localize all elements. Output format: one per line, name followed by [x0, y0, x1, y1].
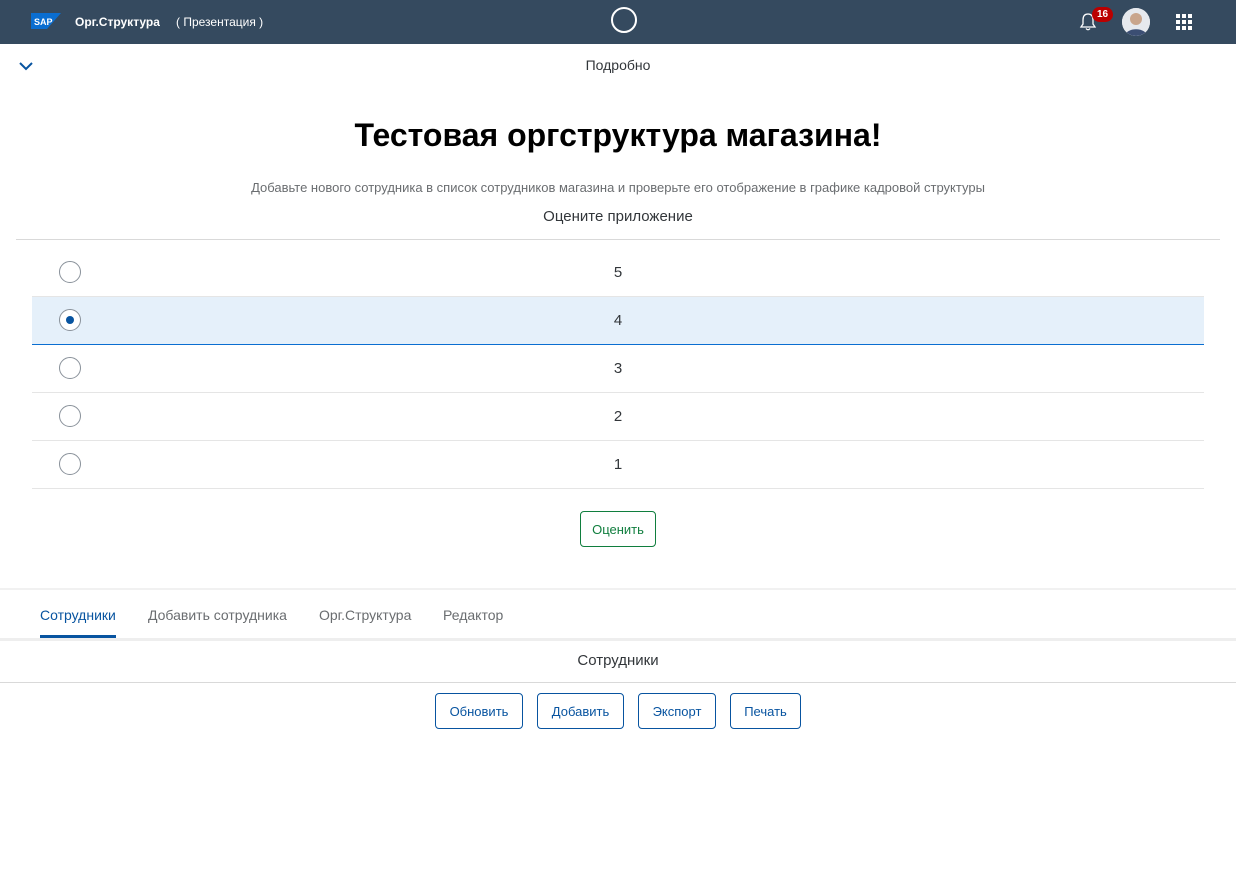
rating-option-2[interactable]: 2	[32, 393, 1204, 441]
rating-option-label: 4	[613, 312, 623, 329]
app-subtitle: ( Презентация )	[176, 15, 264, 29]
rating-list: 5 4 3 2 1	[32, 249, 1204, 489]
rating-option-label: 5	[613, 264, 623, 281]
sap-logo-text: SAP	[34, 17, 53, 27]
detail-label: Подробно	[585, 57, 651, 73]
divider	[16, 239, 1220, 240]
table-title: Сотрудники	[577, 652, 659, 669]
app-title[interactable]: Орг.Структура	[75, 15, 160, 29]
export-button[interactable]: Экспорт	[638, 693, 716, 729]
rating-title: Оцените приложение	[543, 208, 693, 225]
product-switch-icon[interactable]	[1176, 14, 1192, 30]
tab-editor[interactable]: Редактор	[443, 607, 503, 623]
tab-employees[interactable]: Сотрудники	[40, 607, 116, 623]
tab-bar: Сотрудники Добавить сотрудника Орг.Струк…	[0, 590, 1236, 638]
rating-option-label: 2	[613, 408, 623, 425]
tab-org-structure[interactable]: Орг.Структура	[319, 607, 411, 623]
copilot-icon[interactable]	[611, 7, 637, 33]
rating-option-5[interactable]: 5	[32, 249, 1204, 297]
rating-option-label: 3	[613, 360, 623, 377]
rating-option-4[interactable]: 4	[32, 297, 1204, 345]
tabs-divider	[0, 638, 1236, 641]
avatar[interactable]	[1122, 8, 1150, 36]
rating-option-1[interactable]: 1	[32, 441, 1204, 489]
notification-badge: 16	[1092, 7, 1113, 22]
refresh-button[interactable]: Обновить	[435, 693, 523, 729]
tab-add-employee[interactable]: Добавить сотрудника	[148, 607, 287, 623]
user-icon	[1122, 8, 1150, 36]
rate-button[interactable]: Оценить	[580, 511, 656, 547]
page-subtitle: Добавьте нового сотрудника в список сотр…	[251, 180, 985, 195]
print-button[interactable]: Печать	[730, 693, 801, 729]
shell-bar: SAP Орг.Структура ( Презентация ) 16	[0, 0, 1236, 44]
rating-option-3[interactable]: 3	[32, 345, 1204, 393]
divider	[0, 682, 1236, 683]
rating-option-label: 1	[613, 456, 623, 473]
add-button[interactable]: Добавить	[537, 693, 624, 729]
sap-logo[interactable]: SAP	[31, 13, 61, 29]
page-title: Тестовая оргструктура магазина!	[354, 117, 882, 153]
